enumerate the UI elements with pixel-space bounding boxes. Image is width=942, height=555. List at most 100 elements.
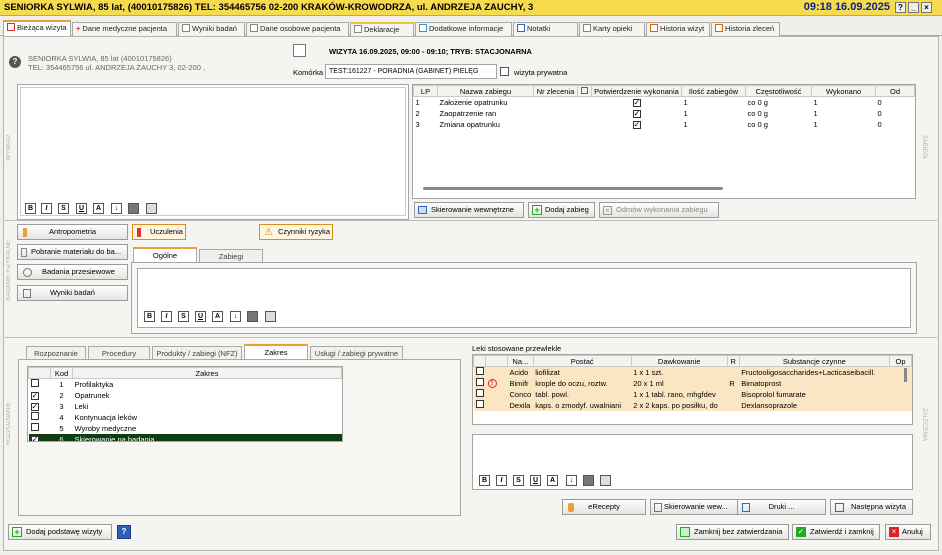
underline-button[interactable]: U [76,203,87,214]
czynniki-ryzyka-button[interactable]: ⚠ Czynniki ryzyka [259,224,333,240]
table-row[interactable]: 1 Założenie opatrunku ✓ 1 co 0 g 1 0 [414,97,915,108]
row-checkbox[interactable]: ✓ [30,402,39,411]
cell-check[interactable] [474,378,486,389]
help-button[interactable]: ? [117,525,131,539]
table-row[interactable]: 5 Wyroby medyczne [29,423,342,434]
cell-check[interactable] [29,379,51,390]
wywiad-editor[interactable] [20,87,406,216]
print-icon[interactable] [265,311,276,322]
row-checkbox[interactable] [30,412,39,420]
col-zakres[interactable]: Zakres [72,367,342,379]
tab-zakres[interactable]: Zakres [244,344,308,360]
odmow-wykonania-button[interactable]: × Odmów wykonania zabiegu [599,202,719,218]
tab-procedury[interactable]: Procedury [88,346,150,360]
italic-button[interactable]: I [41,203,52,214]
confirm-checkbox[interactable]: ✓ [632,120,641,129]
col-r[interactable]: R [726,355,740,367]
uczulenia-button[interactable]: Uczulenia [132,224,186,240]
col-nazwa[interactable]: Nazwa zabiegu [437,85,534,97]
col-wykonano[interactable]: Wykonano [811,85,876,97]
dodaj-zabieg-button[interactable]: + Dodaj zabieg [528,202,595,218]
cell-check[interactable] [474,389,486,400]
template-icon[interactable] [128,203,139,214]
zamknij-bez-zatwierdzania-button[interactable]: Zamknij bez zatwierdzania [676,524,789,540]
col-lp[interactable]: LP [413,85,438,97]
font-color-button[interactable]: A [93,203,104,214]
tab-historia-wizyt[interactable]: Historia wizyt [646,22,710,36]
template-icon[interactable] [583,475,594,486]
strike-button[interactable]: S [58,203,69,214]
minimize-icon[interactable]: _ [908,2,919,13]
col-substancje[interactable]: Substancje czynne [738,355,891,367]
col-kod[interactable]: Kod [50,367,73,379]
table-row-selected[interactable]: ✓ 6 Skierowanie na badania [28,433,342,441]
col-potwierdzenie[interactable]: Potwierdzenie wykonania [591,85,682,97]
cell-check[interactable] [29,412,51,423]
komorka-field[interactable]: TEST:161227 - PORADNIA (GABINET) PIELĘG [325,64,497,79]
row-checkbox[interactable] [30,379,39,388]
help-icon[interactable]: ? [895,2,906,13]
col-dawkowanie[interactable]: Dawkowanie [630,355,728,367]
col-icon[interactable] [577,85,592,97]
table-row[interactable]: ✓ 3 Leki [29,401,342,412]
row-checkbox[interactable] [30,423,39,431]
cell-confirm[interactable]: ✓ [592,108,682,119]
tab-dodatkowe-informacje[interactable]: Dodatkowe informacje [415,22,512,36]
row-checkbox[interactable] [475,367,484,376]
table-row[interactable]: Acido liofilizat 1 x 1 szt. Fructooligosacc… [474,367,912,378]
cell-check[interactable] [29,423,51,434]
print-icon[interactable] [146,203,157,214]
insert-icon[interactable]: ↓ [230,311,241,322]
col-czestotliwosc[interactable]: Częstotliwość [745,85,812,97]
col-nr-zlecenia[interactable]: Nr zlecenia [533,85,578,97]
antropometria-button[interactable]: Antropometria [17,224,128,240]
tab-biezaca-wizyta[interactable]: Bieżąca wizyta [3,20,71,37]
row-checkbox[interactable]: ✓ [30,391,39,400]
font-color-button[interactable]: A [547,475,558,486]
italic-button[interactable]: I [496,475,507,486]
anuluj-button[interactable]: × Anuluj [885,524,931,540]
cell-check[interactable]: ✓ [29,434,51,441]
tab-ogolne[interactable]: Ogólne [133,247,197,263]
bold-button[interactable]: B [25,203,36,214]
table-row[interactable]: ! Bimifr krople do oczu, roztw. 20 x 1 ml R B… [474,378,912,389]
pobranie-materialu-button[interactable]: Pobranie materiału do ba... [17,244,128,260]
tab-historia-zlecen[interactable]: Historia zleceń [711,22,780,36]
table-row[interactable]: 1 Profilaktyka [29,379,342,390]
row-checkbox[interactable]: ✓ [30,435,39,441]
insert-icon[interactable]: ↓ [111,203,122,214]
tab-uslugi-prywatne[interactable]: Usługi / zabiegi prywatne [310,346,403,360]
horizontal-scrollbar[interactable] [423,187,723,190]
insert-icon[interactable]: ↓ [566,475,577,486]
tab-rozpoznanie[interactable]: Rozpoznanie [26,346,86,360]
font-color-button[interactable]: A [212,311,223,322]
tab-dane-medyczne[interactable]: + Dane medyczne pacjenta [72,22,177,36]
table-row[interactable]: 3 Zmiana opatrunku ✓ 1 co 0 g 1 0 [414,119,915,130]
col-postac[interactable]: Postać [532,355,632,367]
druki-button[interactable]: Druki ... [737,499,826,515]
wyniki-badan-button[interactable]: Wyniki badań [17,285,128,301]
cell-check[interactable]: ✓ [29,401,51,412]
cell-confirm[interactable]: ✓ [592,119,682,130]
cell-check[interactable] [474,367,486,378]
tab-notatki[interactable]: Notatki [513,22,578,36]
visit-document-icon[interactable] [293,44,306,57]
dodaj-podstawe-button[interactable]: + Dodaj podstawę wizyty [8,524,112,540]
nastepna-wizyta-button[interactable]: Następna wizyta [830,499,913,515]
cell-check[interactable] [474,400,486,411]
tab-deklaracje[interactable]: Deklaracje [350,22,414,36]
patient-info-icon[interactable]: ? [9,56,21,68]
confirm-checkbox[interactable]: ✓ [632,109,641,118]
col-op[interactable]: Op [889,355,912,367]
close-icon[interactable]: × [921,2,932,13]
tab-karty-opieki[interactable]: Karty opieki [579,22,645,36]
tab-produkty-nfz[interactable]: Produkty / zabiegi (NFZ) [152,346,242,360]
template-icon[interactable] [247,311,258,322]
skierowanie-wew-button[interactable]: Skierowanie wew... [650,499,745,515]
row-checkbox[interactable] [475,389,484,397]
private-visit-checkbox[interactable] [500,67,509,76]
table-row[interactable]: 2 Zaopatrzenie ran ✓ 1 co 0 g 1 0 [414,108,915,119]
underline-button[interactable]: U [530,475,541,486]
cell-confirm[interactable]: ✓ [592,97,682,108]
col-od[interactable]: Od [875,85,915,97]
